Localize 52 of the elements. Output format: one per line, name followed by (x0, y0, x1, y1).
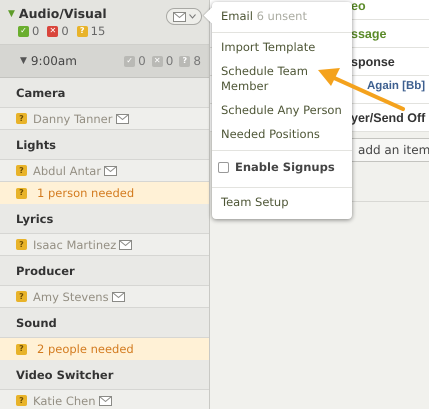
envelope-icon (172, 12, 186, 22)
unconfirmed-badge: ? (16, 395, 27, 406)
position-name: Camera (16, 86, 66, 100)
count: 8 (193, 54, 201, 68)
count: 0 (32, 24, 40, 38)
checkbox-label[interactable]: Enable Signups (235, 160, 335, 174)
unconfirmed-badge: ? (16, 165, 27, 176)
status-badge: ? (179, 56, 190, 66)
position-name: Video Switcher (16, 368, 114, 382)
needed-row[interactable]: ? 2 people needed (0, 338, 209, 360)
count: 0 (61, 24, 69, 38)
plan-link[interactable]: Again [Bb] (367, 80, 426, 92)
checkbox[interactable] (218, 162, 229, 172)
add-item-button[interactable]: add an item (349, 138, 429, 162)
unconfirmed-badge: ? (16, 239, 27, 250)
menu-item[interactable]: Team Setup (212, 191, 352, 215)
status-badge: ✓ (18, 26, 29, 36)
position-name: Sound (16, 316, 57, 330)
status-badge: ✕ (152, 56, 163, 66)
menu-item[interactable]: Schedule Team Member (212, 60, 352, 99)
team-name: Audio/Visual (18, 6, 107, 21)
envelope-icon[interactable] (116, 114, 128, 124)
plan-item: yer/Send Off (351, 110, 426, 124)
menu-item[interactable]: Import Template (212, 36, 352, 60)
plan-item: eo (351, 0, 366, 12)
count: 0 (166, 54, 174, 68)
unconfirmed-badge: ? (16, 291, 27, 302)
status-badge: ✓ (124, 56, 136, 66)
email-menu-item[interactable]: Email 6 unsent (212, 5, 352, 29)
position-name: Producer (16, 264, 75, 278)
plan-item: sponse (351, 54, 395, 68)
unconfirmed-badge: ? (16, 113, 27, 124)
menu-item[interactable]: Schedule Any Person (212, 99, 352, 123)
count: 15 (90, 24, 106, 38)
email-dropdown-button[interactable] (166, 8, 202, 25)
unconfirmed-badge: ? (16, 344, 27, 354)
unconfirmed-badge: ? (16, 188, 27, 198)
envelope-icon[interactable] (104, 166, 118, 176)
envelope-icon[interactable] (119, 240, 132, 250)
position-name: Lights (16, 138, 56, 152)
menu-item[interactable]: Needed Positions (212, 123, 352, 147)
status-badge: ✕ (47, 26, 58, 36)
plan-item: ssage (351, 26, 386, 40)
collapse-toggle[interactable]: ▼ (20, 56, 27, 66)
count: 0 (138, 54, 146, 68)
envelope-icon[interactable] (112, 292, 125, 302)
status-badge: ? (76, 26, 88, 36)
time-label: 9:00am (30, 54, 77, 68)
needed-row[interactable]: ? 1 person needed (0, 182, 209, 204)
position-name: Lyrics (16, 212, 54, 226)
envelope-icon[interactable] (98, 396, 112, 406)
caret-icon (188, 14, 196, 19)
